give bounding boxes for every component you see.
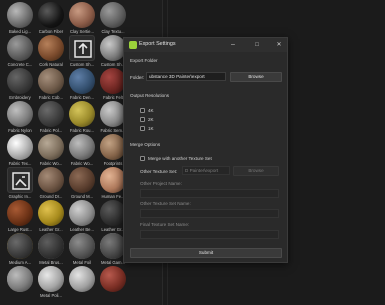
material-preview-sphere [7,200,33,226]
material-preview-sphere [38,2,64,28]
material-preview-sphere [69,101,95,127]
material-tile[interactable]: Fabric Cob... [35,68,67,104]
maximize-button[interactable]: □ [252,40,262,50]
material-tile[interactable] [35,233,67,269]
material-tile[interactable] [97,266,129,302]
material-tile[interactable]: Fabric Wo... [66,134,98,170]
material-tile[interactable]: Fabric Pol... [35,101,67,137]
other-texture-set-input[interactable]: D Painter\export [182,166,230,175]
browse-button[interactable]: Browse [230,72,282,82]
submit-button[interactable]: Submit [130,248,282,258]
material-tile[interactable]: Fabric Rou... [66,101,98,137]
other-texture-set-label: Other Texture Set: [140,169,178,174]
resolution-1k-label: 1K [148,126,154,131]
material-preview-sphere [69,233,95,259]
folder-label: Folder: [130,75,145,80]
material-preview-sphere [38,233,64,259]
material-tile[interactable]: Carbon Fiber [35,2,67,38]
material-tile[interactable] [4,233,36,269]
material-preview-sphere [38,35,64,61]
material-tile[interactable]: Metal Poli... [35,266,67,302]
material-preview-sphere [69,200,95,226]
merge-checkbox-label: Merge with another Texture Set [148,156,212,161]
material-tile[interactable]: Concrete C... [4,35,36,71]
final-texture-set-name-input[interactable] [140,230,279,239]
material-preview-sphere [38,167,64,193]
material-preview-sphere [38,200,64,226]
material-preview-sphere [38,68,64,94]
export-folder-heading: Export Folder [130,58,158,63]
material-preview-sphere [38,134,64,160]
material-tile[interactable]: Clay Textu... [97,2,129,38]
material-tile[interactable]: Custom Sh... [66,35,98,71]
material-preview-sphere [69,2,95,28]
other-texture-set-name-label: Other Texture Set Name: [140,201,191,206]
close-button[interactable]: ✕ [274,40,284,50]
material-preview-sphere [7,101,33,127]
material-tile[interactable]: Leather Gr... [35,200,67,236]
material-tile[interactable]: Fabric Den... [66,68,98,104]
material-preview-sphere [7,2,33,28]
checkbox-2k[interactable] [140,117,145,122]
material-preview-sphere [69,134,95,160]
material-tile[interactable]: Ground Dr... [35,167,67,203]
checkbox-1k[interactable] [140,126,145,131]
other-project-name-label: Other Project Name: [140,181,182,186]
material-preview-sphere [69,266,95,292]
material-tile[interactable] [66,233,98,269]
material-preview-sphere [38,101,64,127]
material-preview-sphere [100,266,126,292]
material-label: Metal Poli... [40,293,62,298]
merge-options-heading: Merge Options [130,142,161,147]
up-arrow-tile-icon [69,35,95,61]
checkbox-4k[interactable] [140,108,145,113]
material-tile[interactable]: Fabric Tex... [4,134,36,170]
merge-checkbox[interactable] [140,156,145,161]
folder-path-input[interactable]: ubstance 3D Painter\export [146,72,226,81]
export-settings-dialog: Export Settings – □ ✕ Export Folder Fold… [123,37,288,263]
image-tile-icon [7,167,33,193]
output-resolutions-heading: Output Resolutions [130,93,170,98]
dialog-title: Export Settings [139,41,176,47]
material-preview-sphere [69,68,95,94]
browse-texture-button[interactable]: Browse [233,166,279,176]
painter-app-icon [129,41,137,49]
material-tile[interactable]: Fabric Nylon [4,101,36,137]
material-preview-sphere [7,266,33,292]
material-preview-sphere [7,233,33,259]
material-preview-sphere [7,68,33,94]
material-tile[interactable]: Baked Lig... [4,2,36,38]
material-tile[interactable]: Ground M... [66,167,98,203]
material-tile[interactable]: Cork Natural [35,35,67,71]
material-tile[interactable] [4,266,36,302]
resolution-2k-label: 2K [148,117,154,122]
material-preview-sphere [7,35,33,61]
dialog-titlebar[interactable]: Export Settings – □ ✕ [124,38,287,52]
material-preview-sphere [100,2,126,28]
material-preview-sphere [7,134,33,160]
material-tile[interactable]: Leather Be... [66,200,98,236]
material-tile[interactable] [66,266,98,302]
material-tile[interactable]: Large Rust... [4,200,36,236]
material-preview-sphere [69,167,95,193]
other-project-name-input[interactable] [140,189,279,198]
material-tile[interactable]: Fabric Wo... [35,134,67,170]
material-preview-sphere [38,266,64,292]
material-tile[interactable]: Embroidery [4,68,36,104]
final-texture-set-name-label: Final Texture Set Name: [140,222,190,227]
resolution-4k-label: 4K [148,108,154,113]
other-texture-set-name-input[interactable] [140,209,279,218]
material-tile[interactable]: Graphic In... [4,167,36,203]
minimize-button[interactable]: – [228,40,238,50]
material-tile[interactable]: Clay Sertie... [66,2,98,38]
